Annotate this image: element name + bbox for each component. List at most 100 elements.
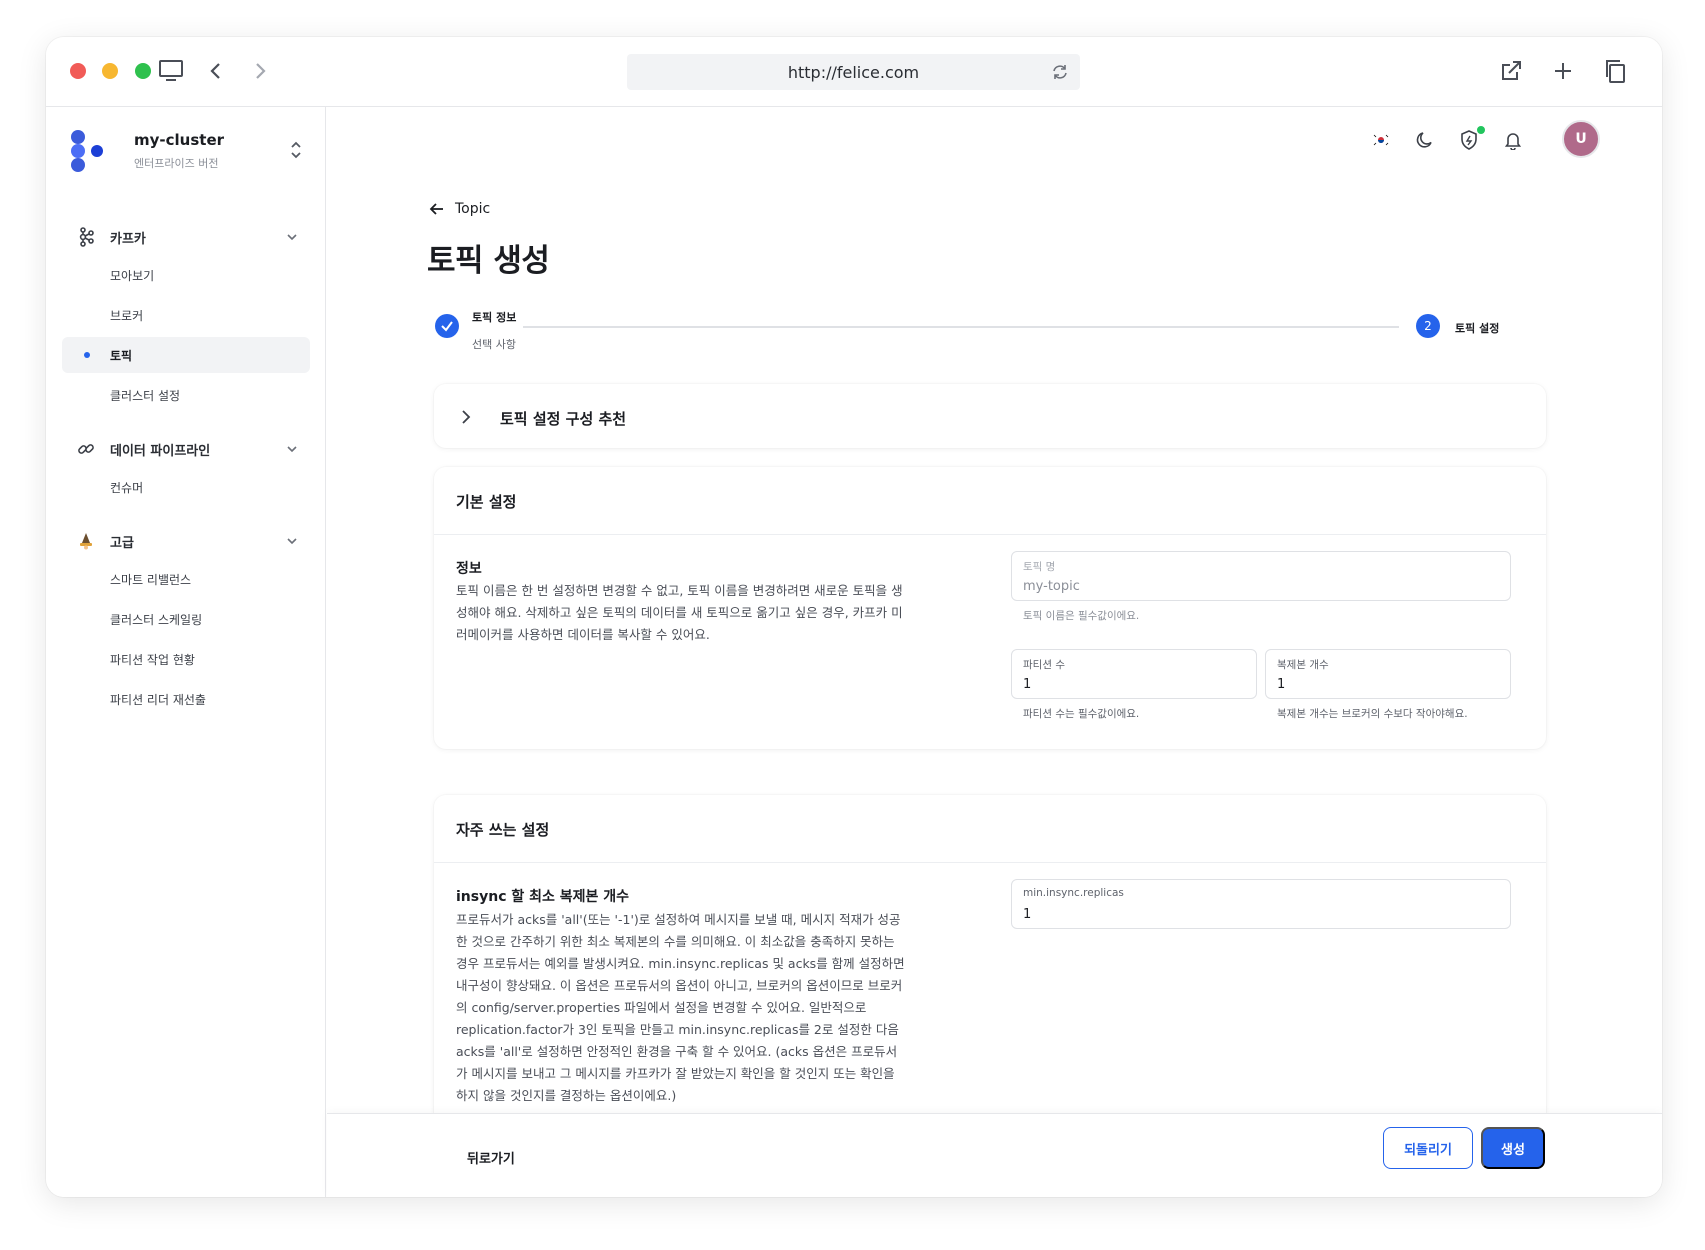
brand-logo-icon bbox=[71, 130, 103, 172]
nav-group-kafka[interactable]: 카프카 bbox=[62, 219, 310, 255]
sidebar-item-leader-election[interactable]: 파티션 리더 재선출 bbox=[62, 681, 310, 717]
section-title: 정보 bbox=[456, 561, 482, 577]
link-icon bbox=[70, 433, 102, 465]
partitions-helper: 파티션 수는 필수값이에요. bbox=[1023, 708, 1140, 720]
maximize-window-button[interactable] bbox=[135, 63, 151, 79]
field-label: 복제본 개수 bbox=[1277, 659, 1329, 671]
sidebar-item-brokers[interactable]: 브로커 bbox=[62, 297, 310, 333]
frequent-settings-card: 자주 쓰는 설정 insync 할 최소 복제본 개수 프로듀서가 acks를 … bbox=[434, 795, 1546, 1125]
chevron-right-icon bbox=[462, 410, 471, 424]
recommend-config-title: 토픽 설정 구성 추천 bbox=[500, 410, 627, 428]
field-label: 토픽 명 bbox=[1023, 561, 1056, 573]
back-to-topics-link[interactable]: Topic bbox=[427, 199, 490, 219]
step-complete-icon bbox=[435, 314, 459, 338]
field-label: 파티션 수 bbox=[1023, 659, 1065, 671]
go-back-button[interactable]: 뒤로가기 bbox=[467, 1148, 515, 1167]
sidebar-item-overview[interactable]: 모아보기 bbox=[62, 257, 310, 293]
arrow-left-icon bbox=[429, 203, 443, 215]
avatar[interactable]: U bbox=[1562, 120, 1600, 158]
sidebar-item-label: 모아보기 bbox=[110, 268, 155, 283]
sidebar-item-label: 스마트 리밸런스 bbox=[110, 572, 192, 587]
avatar-initial: U bbox=[1575, 131, 1587, 147]
step2-title: 토픽 설정 bbox=[1455, 322, 1500, 335]
nav-group-label: 고급 bbox=[110, 535, 134, 551]
basic-settings-card: 기본 설정 정보 토픽 이름은 한 번 설정하면 변경할 수 없고, 토픽 이름… bbox=[434, 467, 1546, 749]
back-nav-icon[interactable] bbox=[202, 57, 230, 85]
step1-title[interactable]: 토픽 정보 bbox=[472, 309, 516, 325]
min-insync-field[interactable]: min.insync.replicas bbox=[1011, 879, 1511, 929]
sidebar-item-label: 브로커 bbox=[110, 308, 144, 323]
close-window-button[interactable] bbox=[70, 63, 86, 79]
nav-group-label: 데이터 파이프라인 bbox=[110, 443, 211, 459]
partitions-input[interactable] bbox=[1023, 677, 1243, 692]
card-header: 기본 설정 bbox=[434, 467, 1546, 535]
sidebar-item-consumers[interactable]: 컨슈머 bbox=[62, 469, 310, 505]
sidebar-item-partition-tasks[interactable]: 파티션 작업 현황 bbox=[62, 641, 310, 677]
address-bar[interactable]: http://felice.com bbox=[627, 54, 1080, 90]
main-content: U Topic 토픽 생성 토픽 정보 선택 사항 2 토픽 설정 토픽 설정 … bbox=[327, 107, 1662, 1197]
replicas-field[interactable]: 복제본 개수 bbox=[1265, 649, 1511, 699]
chevron-down-icon bbox=[287, 234, 297, 241]
nav-group-label: 카프카 bbox=[110, 231, 146, 247]
topic-name-input bbox=[1023, 579, 1472, 594]
recommend-config-card[interactable]: 토픽 설정 구성 추천 bbox=[434, 384, 1546, 448]
step2-number: 2 bbox=[1416, 314, 1440, 338]
korea-flag-icon[interactable] bbox=[1366, 125, 1396, 155]
reset-button[interactable]: 되돌리기 bbox=[1383, 1127, 1473, 1169]
sidebar-item-smart-rebalance[interactable]: 스마트 리밸런스 bbox=[62, 561, 310, 597]
sidebar-item-label: 클러스터 스케일링 bbox=[110, 612, 203, 627]
forward-nav-icon[interactable] bbox=[246, 57, 274, 85]
page-title: 토픽 생성 bbox=[427, 243, 550, 279]
kafka-icon bbox=[70, 221, 102, 253]
new-tab-icon[interactable] bbox=[1549, 57, 1577, 85]
chevron-down-icon bbox=[287, 446, 297, 453]
minimize-window-button[interactable] bbox=[102, 63, 118, 79]
replicas-helper: 복제본 개수는 브로커의 수보다 작아야해요. bbox=[1277, 708, 1468, 720]
monitor-icon[interactable] bbox=[157, 57, 185, 85]
sidebar-item-label: 토픽 bbox=[110, 348, 133, 363]
nav-group-advanced[interactable]: 고급 bbox=[62, 523, 310, 559]
open-external-icon[interactable] bbox=[1497, 57, 1525, 85]
moon-icon[interactable] bbox=[1410, 125, 1440, 155]
sidebar-item-cluster-settings[interactable]: 클러스터 설정 bbox=[62, 377, 310, 413]
edition-label: 엔터프라이즈 버전 bbox=[134, 157, 219, 170]
card-title: 기본 설정 bbox=[456, 493, 517, 511]
card-title: 자주 쓰는 설정 bbox=[456, 821, 550, 839]
min-insync-input[interactable] bbox=[1023, 907, 1472, 922]
action-bar: 뒤로가기 되돌리기 생성 bbox=[327, 1113, 1662, 1197]
topic-name-helper: 토픽 이름은 필수값이에요. bbox=[1023, 610, 1140, 622]
browser-window: http://felice.com my-cluster 엔터프라이즈 버전 카… bbox=[46, 37, 1662, 1197]
cluster-switcher[interactable]: my-cluster 엔터프라이즈 버전 bbox=[70, 127, 310, 183]
topic-name-field: 토픽 명 bbox=[1011, 551, 1511, 601]
create-button[interactable]: 생성 bbox=[1481, 1127, 1545, 1169]
section-description: 토픽 이름은 한 번 설정하면 변경할 수 없고, 토픽 이름을 변경하려면 새… bbox=[456, 583, 903, 642]
status-dot bbox=[1477, 126, 1485, 134]
bell-icon[interactable] bbox=[1498, 125, 1528, 155]
nav-group-data-pipeline[interactable]: 데이터 파이프라인 bbox=[62, 431, 310, 467]
partitions-field[interactable]: 파티션 수 bbox=[1011, 649, 1257, 699]
wizard-icon bbox=[70, 525, 102, 557]
sidebar-item-label: 클러스터 설정 bbox=[110, 388, 181, 403]
copy-icon[interactable] bbox=[1601, 57, 1629, 85]
refresh-icon[interactable] bbox=[1048, 60, 1072, 84]
section-title: insync 할 최소 복제본 개수 bbox=[456, 889, 630, 905]
back-link-label: Topic bbox=[455, 201, 491, 217]
sidebar-item-label: 파티션 리더 재선출 bbox=[110, 692, 206, 707]
card-header: 자주 쓰는 설정 bbox=[434, 795, 1546, 863]
chevron-down-icon bbox=[287, 538, 297, 545]
url-text: http://felice.com bbox=[787, 62, 920, 82]
sidebar: my-cluster 엔터프라이즈 버전 카프카 모아보기 브로커 토픽 클러스… bbox=[46, 107, 326, 1197]
field-label: min.insync.replicas bbox=[1023, 887, 1124, 899]
chevron-updown-icon bbox=[291, 141, 301, 159]
browser-toolbar: http://felice.com bbox=[46, 37, 1662, 107]
replicas-input[interactable] bbox=[1277, 677, 1497, 692]
sidebar-item-label: 컨슈머 bbox=[110, 480, 144, 495]
stepper-connector bbox=[523, 326, 1399, 328]
cluster-name: my-cluster bbox=[134, 131, 225, 149]
sidebar-item-label: 파티션 작업 현황 bbox=[110, 652, 195, 667]
sidebar-item-topics[interactable]: 토픽 bbox=[62, 337, 310, 373]
section-description: 프로듀서가 acks를 'all'(또는 '-1')로 설정하여 메시지를 보낼… bbox=[456, 912, 905, 1103]
step1-subtitle: 선택 사항 bbox=[472, 338, 516, 351]
sidebar-item-cluster-scaling[interactable]: 클러스터 스케일링 bbox=[62, 601, 310, 637]
active-indicator bbox=[84, 352, 90, 358]
